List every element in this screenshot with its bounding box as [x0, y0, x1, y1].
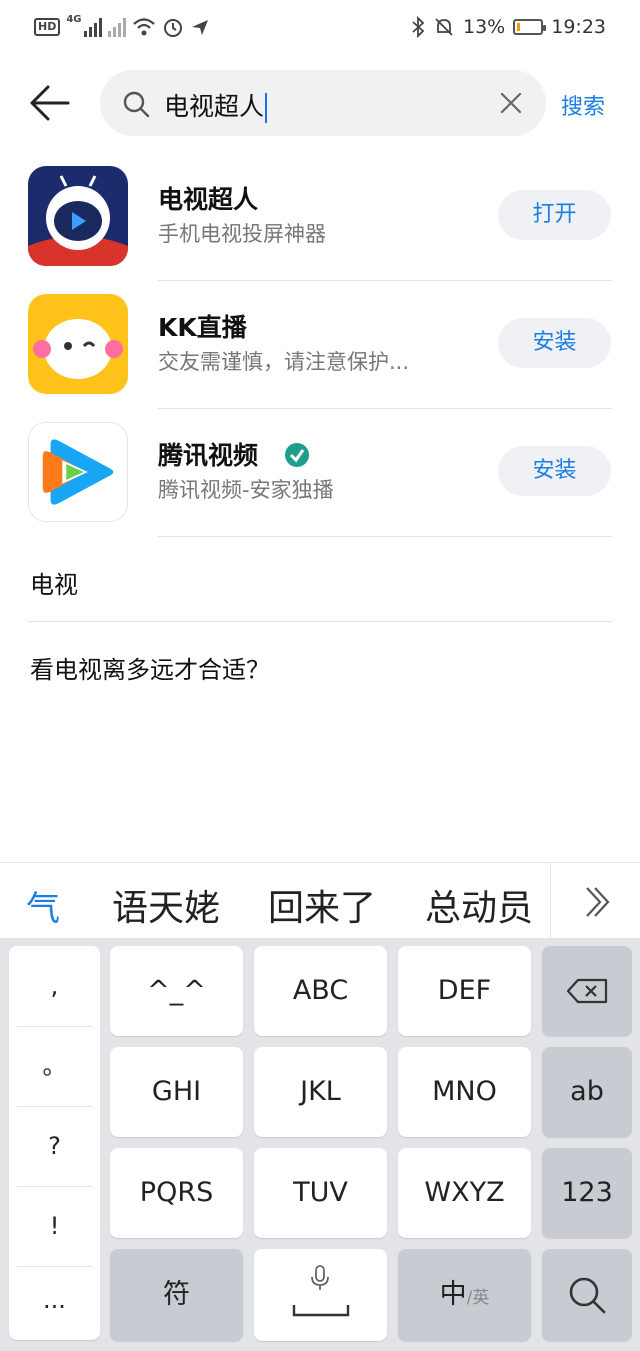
app-description: 交友需谨慎，请注意保护... [158, 350, 410, 374]
candidate-item[interactable]: 总动员 [425, 879, 533, 931]
signal-icon [83, 17, 102, 37]
clock: 19:23 [551, 16, 606, 38]
status-right: 13% 19:23 [411, 14, 606, 40]
candidate-item[interactable]: 语天姥 [112, 879, 220, 931]
double-chevron-right-icon [586, 887, 610, 917]
punct-key[interactable]: , [17, 946, 92, 1027]
microphone-icon [311, 1265, 329, 1290]
backspace-icon [566, 978, 608, 1004]
punctuation-column[interactable]: , 。 ? ! ... [9, 946, 100, 1340]
open-button[interactable]: 打开 [498, 190, 611, 240]
network-type: 4G [66, 14, 82, 25]
install-button[interactable]: 安装 [498, 446, 611, 496]
verified-badge-icon [285, 443, 309, 467]
key-mno[interactable]: MNO [398, 1047, 531, 1137]
lang-main: 中 [439, 1279, 467, 1310]
search-row: 电视超人 [0, 70, 640, 136]
punct-key[interactable]: ! [17, 1186, 92, 1267]
key-ghi[interactable]: GHI [110, 1047, 243, 1137]
search-suggestion[interactable]: 看电视离多远才合适？ [30, 650, 270, 685]
search-icon [123, 91, 150, 118]
signal-2-icon [107, 17, 126, 37]
candidate-item[interactable]: 回来了 [268, 879, 376, 931]
divider [158, 536, 612, 537]
backspace-key[interactable] [542, 946, 632, 1036]
status-bar: HD 4G 13% 19:23 [0, 0, 640, 54]
app-description: 手机电视投屏神器 [158, 222, 326, 246]
back-arrow-icon[interactable] [28, 84, 70, 122]
search-input[interactable]: 电视超人 [100, 70, 546, 136]
key-symbols[interactable]: 符 [110, 1249, 243, 1341]
key-tuv[interactable]: TUV [254, 1148, 387, 1238]
search-query: 电视超人 [164, 92, 265, 121]
hd-icon: HD [34, 18, 61, 36]
app-description: 腾讯视频-安家独播 [158, 478, 334, 502]
space-bar-icon [292, 1305, 350, 1317]
search-button[interactable]: 搜索 [561, 89, 605, 121]
app-result-item[interactable]: KK直播 交友需谨慎，请注意保护... 安装 [0, 256, 640, 394]
app-name: 电视超人 [158, 185, 259, 214]
key-ab[interactable]: ab [542, 1047, 632, 1137]
app-result-item[interactable]: 腾讯视频 腾讯视频-安家独播 安装 [0, 384, 640, 522]
alarm-icon [163, 19, 182, 37]
battery-icon [513, 19, 547, 35]
text-cursor [265, 93, 268, 123]
ime-keyboard: , 。 ? ! ... ^_^ ABC DEF GHI JKL MNO ab P… [0, 938, 640, 1351]
app-name: KK直播 [158, 313, 247, 342]
punct-key[interactable]: ... [17, 1260, 92, 1340]
status-left: HD 4G [34, 14, 210, 40]
candidate-first[interactable]: 气 [26, 881, 60, 930]
expand-candidates-button[interactable] [550, 863, 640, 939]
key-abc[interactable]: ABC [254, 946, 387, 1036]
key-123[interactable]: 123 [542, 1148, 632, 1238]
search-suggestion[interactable]: 电视 [30, 565, 78, 600]
mute-bell-icon [435, 18, 453, 36]
key-emoticon[interactable]: ^_^ [110, 946, 243, 1036]
lang-alt: /英 [466, 1288, 490, 1308]
divider [28, 621, 612, 622]
ime-candidate-bar: 气 语天姥 回来了 总动员 [0, 862, 640, 939]
key-def[interactable]: DEF [398, 946, 531, 1036]
app-result-item[interactable]: 电视超人 手机电视投屏神器 打开 [0, 128, 640, 266]
battery-percent: 13% [463, 16, 506, 38]
location-icon [191, 20, 208, 35]
wifi-icon [132, 18, 155, 36]
key-wxyz[interactable]: WXYZ [398, 1148, 531, 1238]
app-icon-tencent-video [28, 422, 128, 522]
key-jkl[interactable]: JKL [254, 1047, 387, 1137]
search-query-text[interactable]: 电视超人 [164, 87, 268, 123]
key-pqrs[interactable]: PQRS [110, 1148, 243, 1238]
space-key[interactable] [254, 1249, 387, 1341]
clear-icon[interactable] [500, 92, 522, 114]
key-language-switch[interactable]: 中/英 [398, 1249, 531, 1341]
install-button[interactable]: 安装 [498, 318, 611, 368]
app-icon-kk [28, 294, 128, 394]
punct-key[interactable]: ? [17, 1106, 92, 1187]
search-key[interactable] [542, 1249, 632, 1341]
bluetooth-icon [412, 16, 425, 38]
app-name: 腾讯视频 [158, 441, 259, 470]
punct-key[interactable]: 。 [17, 1026, 92, 1107]
app-icon-dianshi [28, 166, 128, 266]
search-icon [569, 1277, 606, 1314]
